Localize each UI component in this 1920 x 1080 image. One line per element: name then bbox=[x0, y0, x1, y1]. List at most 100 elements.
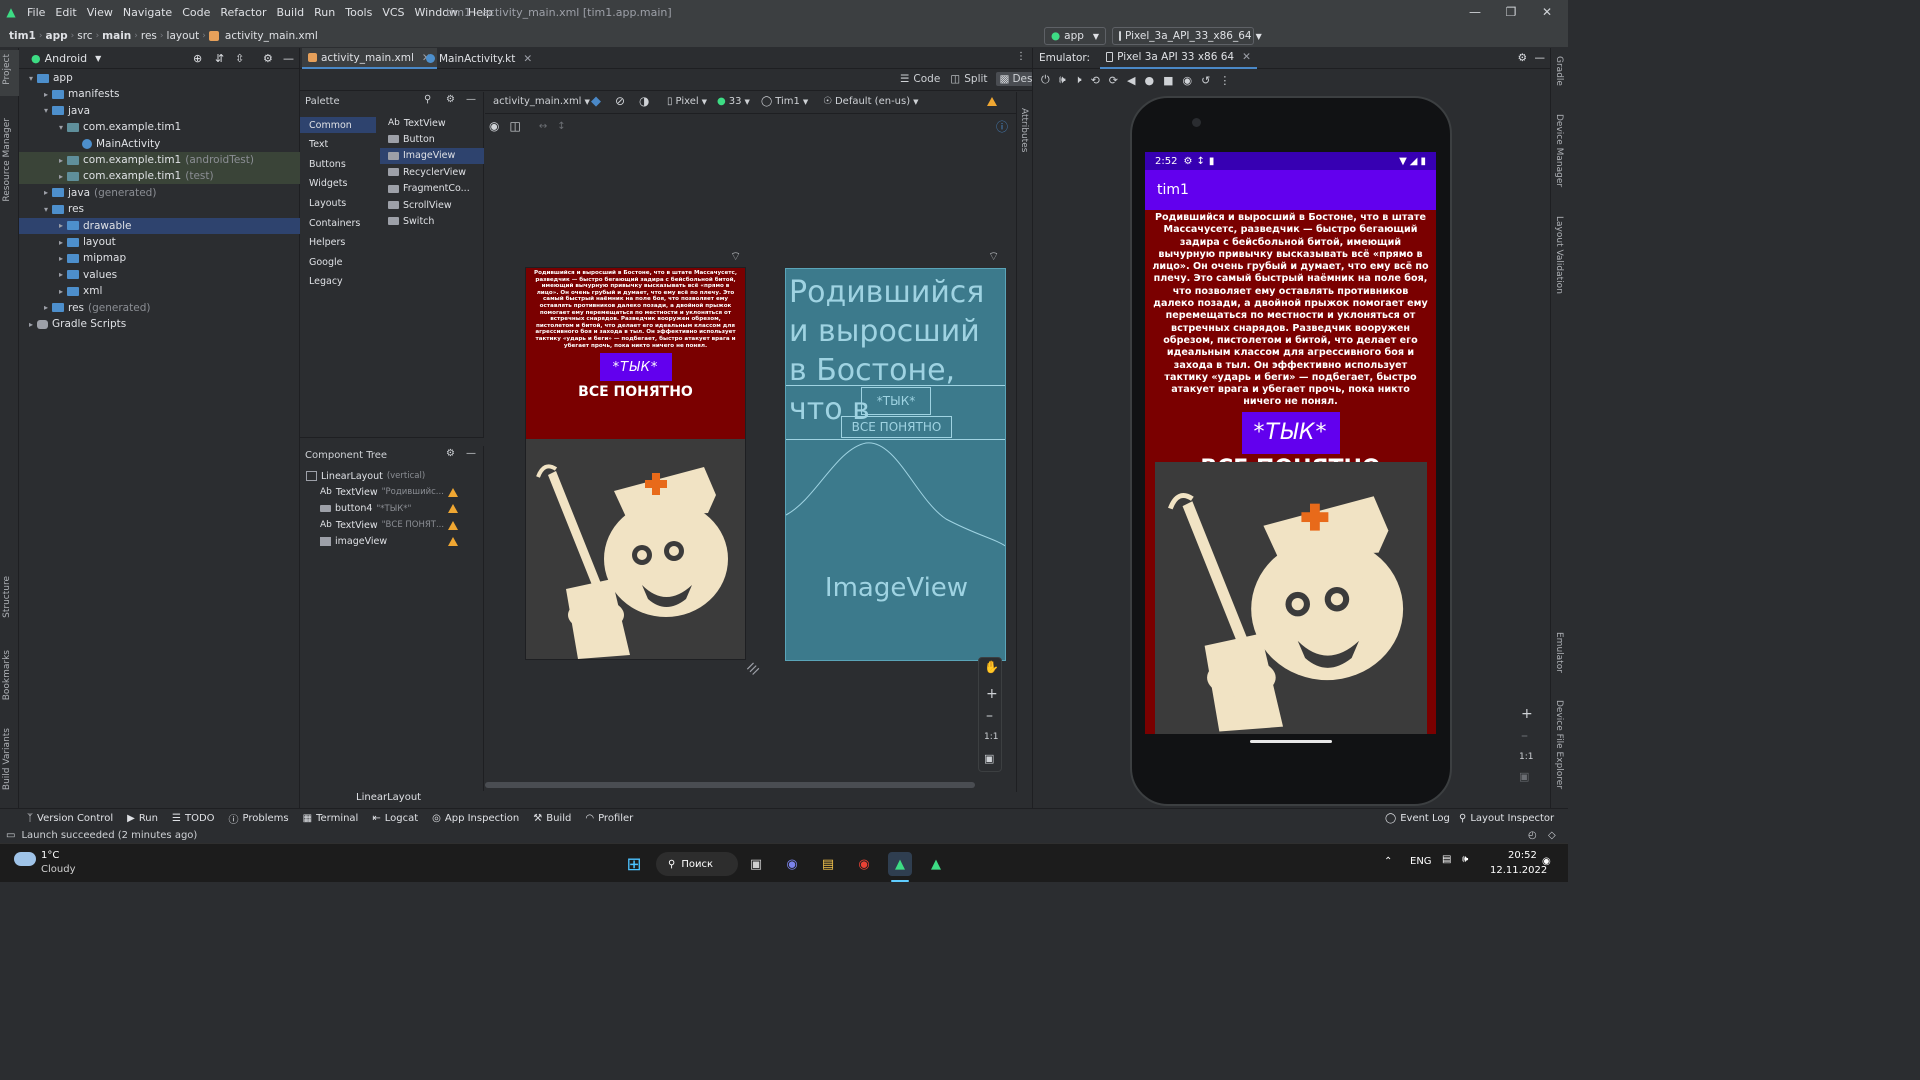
fit-screen-icon[interactable]: ▣ bbox=[984, 752, 994, 765]
task-view-icon[interactable]: ▣ bbox=[744, 852, 768, 876]
zoom-ratio-button[interactable]: 1:1 bbox=[1519, 752, 1533, 762]
tree-item[interactable]: ▾ res bbox=[19, 201, 300, 217]
chevron-down-icon[interactable]: ▾ bbox=[25, 74, 37, 83]
chevron-right-icon[interactable]: ▸ bbox=[40, 303, 52, 312]
chevron-right-icon[interactable]: ▸ bbox=[55, 156, 67, 165]
component-tree-row[interactable]: Ab TextView "ВСЕ ПОНЯТ... bbox=[320, 517, 484, 533]
tree-item[interactable]: ▸ layout bbox=[19, 234, 300, 250]
tree-item[interactable]: MainActivity bbox=[19, 136, 300, 152]
volume-icon[interactable]: 🕪 bbox=[1462, 854, 1468, 865]
tab-activity-main-xml[interactable]: activity_main.xml ✕ bbox=[302, 48, 437, 69]
blueprint-toggle-icon[interactable]: ◫ bbox=[509, 119, 520, 133]
palette-item[interactable]: Button bbox=[380, 131, 484, 147]
menu-view[interactable]: View bbox=[82, 6, 118, 19]
warning-icon[interactable] bbox=[448, 537, 458, 547]
component-tree-row[interactable]: imageView bbox=[320, 534, 484, 550]
palette-category[interactable]: Helpers bbox=[300, 235, 376, 251]
project-view-selector[interactable]: Android bbox=[45, 52, 88, 65]
file-selector[interactable]: activity_main.xml ▼ bbox=[493, 96, 590, 107]
palette-item[interactable]: RecyclerView bbox=[380, 164, 484, 180]
api-selector[interactable]: ● 33 ▼ bbox=[717, 96, 750, 107]
component-tree-row[interactable]: button4 "*ТЫК*" bbox=[320, 501, 484, 517]
night-mode-icon[interactable]: ◑ bbox=[639, 94, 649, 108]
menu-code[interactable]: Code bbox=[177, 6, 215, 19]
tab-problems[interactable]: ⓘ Problems bbox=[222, 811, 296, 826]
weather-desc[interactable]: Cloudy bbox=[41, 864, 75, 875]
layers-icon[interactable]: ◆ bbox=[591, 94, 601, 109]
tree-item[interactable]: ▾ com.example.tim1 bbox=[19, 119, 300, 135]
palette-item[interactable]: FragmentCo... bbox=[380, 181, 484, 197]
rotate-right-icon[interactable]: ⟳ bbox=[1109, 74, 1118, 87]
rotate-left-icon[interactable]: ⟲ bbox=[1091, 74, 1100, 87]
hide-icon[interactable]: — bbox=[283, 52, 294, 65]
gear-icon[interactable]: ⚙ bbox=[446, 94, 455, 105]
fit-screen-icon[interactable]: ▣ bbox=[1519, 770, 1529, 783]
zoom-out-icon[interactable]: – bbox=[1521, 728, 1528, 744]
weather-temp[interactable]: 1°C bbox=[41, 850, 59, 861]
gesture-bar[interactable] bbox=[1250, 740, 1332, 743]
locale-selector[interactable]: ☉ Default (en-us) ▼ bbox=[823, 96, 919, 107]
overview-icon[interactable]: ■ bbox=[1163, 74, 1173, 87]
chevron-right-icon[interactable]: ▸ bbox=[55, 172, 67, 181]
zoom-in-icon[interactable]: + bbox=[1521, 706, 1533, 722]
design-button[interactable]: *ТЫК* bbox=[599, 353, 672, 382]
tree-item[interactable]: ▾ java bbox=[19, 103, 300, 119]
more-tabs-icon[interactable]: ⋮ bbox=[1016, 51, 1026, 62]
palette-category[interactable]: Common bbox=[300, 117, 376, 133]
menu-edit[interactable]: Edit bbox=[50, 6, 81, 19]
close-tab-icon[interactable]: ✕ bbox=[523, 53, 532, 65]
tab-todo[interactable]: ☰ TODO bbox=[165, 813, 222, 824]
breadcrumb-item[interactable]: activity_main.xml bbox=[222, 30, 321, 42]
palette-category[interactable]: Buttons bbox=[300, 156, 376, 172]
collapse-all-icon[interactable]: ⇳ bbox=[235, 52, 244, 65]
palette-category[interactable]: Widgets bbox=[300, 176, 376, 192]
orientation-icon[interactable]: ⊘ bbox=[615, 94, 625, 108]
file-explorer-icon[interactable]: ▤ bbox=[816, 852, 840, 876]
palette-item[interactable]: ImageView bbox=[380, 147, 484, 164]
palette-category[interactable]: Containers bbox=[300, 215, 376, 231]
clock-time[interactable]: 20:52 bbox=[1508, 850, 1537, 861]
volume-up-icon[interactable]: 🕪 bbox=[1059, 73, 1066, 87]
blueprint-button[interactable]: *ТЫК* bbox=[861, 387, 931, 415]
zoom-in-icon[interactable]: + bbox=[986, 686, 998, 702]
warning-icon[interactable] bbox=[448, 520, 458, 530]
tree-item[interactable]: ▸ values bbox=[19, 267, 300, 283]
design-preview[interactable]: Родившийся и выросший в Бостоне, что в ш… bbox=[525, 267, 746, 660]
network-icon[interactable]: ▤ bbox=[1442, 854, 1451, 865]
tool-window-resource-manager[interactable]: Resource Manager bbox=[2, 118, 12, 202]
device-selector[interactable]: ▯ Pixel ▼ bbox=[667, 96, 707, 107]
chevron-right-icon[interactable]: ▸ bbox=[55, 238, 67, 247]
vertical-arrow-icon[interactable]: ↕ bbox=[557, 121, 565, 132]
palette-item[interactable]: ScrollView bbox=[380, 197, 484, 213]
maximize-icon[interactable]: ❐ bbox=[1494, 0, 1528, 24]
palette-item[interactable]: Ab TextView bbox=[380, 115, 484, 131]
tree-item[interactable]: ▸ java (generated) bbox=[19, 185, 300, 201]
tool-window-project[interactable]: Project bbox=[2, 54, 12, 85]
chevron-right-icon[interactable]: ▸ bbox=[25, 320, 37, 329]
more-icon[interactable]: ⋮ bbox=[1219, 74, 1230, 87]
tool-window-build-variants[interactable]: Build Variants bbox=[2, 728, 12, 790]
pin-icon[interactable]: ⌔ bbox=[988, 249, 999, 264]
component-tree-row[interactable]: LinearLayout (vertical) bbox=[306, 468, 484, 484]
tab-app-inspection[interactable]: ◎ App Inspection bbox=[425, 813, 526, 824]
breadcrumb-item[interactable]: layout bbox=[164, 30, 203, 42]
power-icon[interactable]: ⏻ bbox=[1041, 73, 1050, 87]
language-indicator[interactable]: ENG bbox=[1410, 856, 1432, 867]
tool-window-gradle[interactable]: Gradle bbox=[1554, 56, 1564, 86]
screenshot-icon[interactable]: ◉ bbox=[1183, 74, 1193, 87]
blueprint-preview[interactable]: Родившийся и выросший в Бостоне, что в *… bbox=[785, 268, 1006, 661]
gear-icon[interactable]: ⚙ bbox=[446, 448, 455, 459]
tool-window-bookmarks[interactable]: Bookmarks bbox=[2, 650, 12, 700]
tab-profiler[interactable]: ◠ Profiler bbox=[578, 813, 640, 824]
menu-vcs[interactable]: VCS bbox=[377, 6, 409, 19]
back-icon[interactable]: ◀ bbox=[1127, 74, 1135, 87]
chrome-icon[interactable]: ◉ bbox=[852, 852, 876, 876]
tyk-button[interactable]: *ТЫК* bbox=[1241, 411, 1340, 454]
palette-category[interactable]: Legacy bbox=[300, 274, 376, 290]
device-dropdown[interactable]: Pixel_3a_API_33_x86_64 ▼ bbox=[1112, 27, 1262, 45]
tool-window-layout-validation[interactable]: Layout Validation bbox=[1554, 216, 1564, 294]
chevron-down-icon[interactable]: ▾ bbox=[40, 106, 52, 115]
theme-selector[interactable]: ◯ Tim1 ▼ bbox=[761, 96, 808, 107]
close-icon[interactable]: ✕ bbox=[1530, 0, 1564, 24]
tree-item[interactable]: ▸ manifests bbox=[19, 86, 300, 102]
